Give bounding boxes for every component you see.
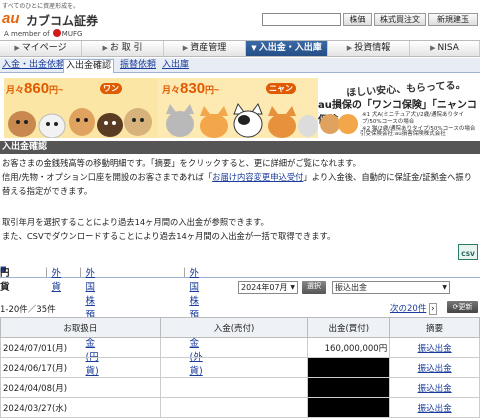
row-date: 2024/03/27(水) (0, 397, 161, 418)
nav-nisa[interactable]: ▶ NISA (410, 41, 480, 56)
chevron-right-icon: ▶ (102, 44, 108, 52)
tab-fx-deposit-yen[interactable]: ｜外国株預り金(円貨) (76, 265, 99, 377)
banner-text-panel: ほしい安心、もらってる。 au損保の「ワンコ保険」「ニャンコ保険」 ※1 犬A(… (318, 78, 478, 138)
main-nav: ▶ マイページ ▶ お 取 引 ▶ 資産管理 ▼ 入出金・入出庫 ▶ 投資情報 ▶ NISA (0, 40, 480, 57)
row-withdraw: 160,000,000円 (307, 337, 391, 358)
description-line-3: 替える指定ができます。 (2, 186, 93, 196)
row-withdraw (307, 397, 391, 418)
col-memo: 摘要 (389, 317, 480, 338)
row-date: 2024/07/01(月) (0, 337, 161, 358)
pet-insurance-banner[interactable]: 月々860円~ ワン 月々830円~ ニャン ほしい安心、もらってる。 au損保… (4, 78, 478, 138)
row-date: 2024/04/08(月) (0, 377, 161, 398)
select-button[interactable]: 選択 (302, 281, 326, 294)
row-memo-cell: 振込出金 (389, 357, 480, 378)
tab-fx-deposit-fx[interactable]: ｜外国株預り金(外貨) (180, 265, 203, 377)
mufg-label: MUFG (61, 30, 83, 38)
table-row: 2024/04/08(月) 振込出金 (0, 377, 480, 398)
next-page-link[interactable]: 次の20件 › (390, 302, 437, 315)
mufg-logo-icon (52, 29, 61, 37)
chevron-down-icon: ▼ (251, 44, 257, 52)
row-memo-link[interactable]: 振込出金 (418, 404, 452, 414)
chevron-down-icon: ▼ (442, 284, 447, 291)
row-memo-link[interactable]: 振込出金 (418, 364, 452, 374)
member-of-label: A member of (4, 30, 50, 38)
transactions-table: お取扱日 入金(売付) 出金(買付) 摘要 2024/07/01(月) 160,0… (0, 317, 480, 418)
banner-credit: 引受保険会社:au損害保険株式会社 (360, 131, 446, 137)
badge-dog: ワン (100, 83, 122, 94)
change-registration-link[interactable]: お届け内容変更申込受付 (212, 172, 303, 182)
chevron-right-icon: ▶ (182, 44, 189, 52)
row-memo-cell: 振込出金 (389, 397, 480, 418)
row-deposit (159, 337, 309, 358)
description-line-1: お客さまの金銭残高等の移動明細です。「摘要」をクリックすると、更に詳細がご覧にな… (2, 158, 361, 168)
table-row: 2024/07/01(月) 160,000,000円 振込出金 (0, 337, 480, 358)
csv-download-button[interactable]: CSV (458, 244, 478, 260)
chevron-right-icon: ▶ (430, 44, 436, 52)
row-withdraw (307, 357, 391, 378)
row-deposit (159, 377, 309, 398)
chevron-right-icon: ▶ (346, 44, 353, 52)
company-logo-text[interactable]: カブコム証券 (26, 12, 98, 29)
arrow-right-icon: › (429, 303, 437, 315)
col-date: お取扱日 (0, 317, 161, 338)
row-withdraw (307, 377, 391, 398)
subnav-deposit-confirm[interactable]: 入出金確認 (63, 59, 115, 73)
nav-mypage[interactable]: ▶ マイページ (0, 41, 82, 56)
stock-price-button[interactable]: 株価 (343, 13, 372, 26)
result-count: 1-20件／35件 (0, 305, 56, 315)
table-row: 2024/03/27(水) 振込出金 (0, 397, 480, 418)
au-logo[interactable]: au (2, 10, 20, 27)
chevron-right-icon: ▶ (14, 44, 20, 52)
subnav-deposit-request[interactable]: 入金・出金依頼 (2, 59, 65, 72)
badge-cat: ニャン (266, 83, 296, 94)
price-dog: 860 (24, 80, 50, 97)
row-date: 2024/06/17(月) (0, 357, 161, 378)
price-cat: 830 (180, 80, 206, 97)
category-select[interactable]: 振込出金 ▼ (332, 281, 450, 294)
new-position-button[interactable]: 新規建玉 (428, 13, 478, 26)
col-deposit: 入金(売付) (159, 317, 309, 338)
refresh-button[interactable]: ⟳更新 (447, 301, 478, 313)
tagline: すべてのひとに資産形成を。 (2, 3, 80, 10)
section-title: 入出金確認 (0, 141, 480, 154)
table-header: お取扱日 入金(売付) 出金(買付) 摘要 (0, 317, 480, 338)
row-deposit (159, 357, 309, 378)
chevron-down-icon: ▼ (290, 284, 295, 291)
banner-dog-panel: 月々860円~ ワン (4, 78, 158, 138)
stock-search-input[interactable] (262, 13, 341, 26)
site-header: すべてのひとに資産形成を。 au カブコム証券 A member of MUFG… (0, 0, 480, 40)
banner-cat-panel: 月々830円~ ニャン (158, 78, 318, 138)
mufg-member-mark: A member of MUFG (4, 29, 82, 38)
row-memo-link[interactable]: 振込出金 (418, 344, 452, 354)
row-memo-link[interactable]: 振込出金 (418, 384, 452, 394)
dogs-illustration-icon (8, 108, 152, 138)
description-line-4: 取引年月を選択することにより過去14ヶ月間の入出金が参照できます。 (2, 217, 269, 227)
description-line-5: また、CSVでダウンロードすることにより過去14ヶ月間の入出金が一括で取得できま… (2, 231, 336, 241)
month-select[interactable]: 2024年07月 ▼ (238, 281, 298, 294)
dog-cat-illustration-icon (320, 114, 358, 134)
table-row: 2024/06/17(月) 振込出金 (0, 357, 480, 378)
description-line-2: 信用/先物・オプション口座を開設のお客さまであれば「お届け内容変更申込受付」より… (2, 172, 472, 182)
currency-tabs: ■円貨 ｜外貨 ｜外国株預り金(円貨) ｜外国株預り金(外貨) (0, 265, 480, 377)
subnav-securities-transfer[interactable]: 入出庫 (162, 59, 189, 72)
subnav-transfer-request[interactable]: 振替依頼 (120, 59, 156, 72)
cats-illustration-icon (166, 102, 318, 138)
tab-foreign[interactable]: ｜外貨 (42, 265, 61, 293)
row-memo-cell: 振込出金 (389, 337, 480, 358)
row-deposit (159, 397, 309, 418)
csv-icon: CSV (461, 251, 475, 258)
buy-order-button[interactable]: 株式買注文 (374, 13, 426, 26)
nav-trade[interactable]: ▶ お 取 引 (82, 41, 164, 56)
nav-assets[interactable]: ▶ 資産管理 (164, 41, 246, 56)
nav-investment-info[interactable]: ▶ 投資情報 (328, 41, 410, 56)
sub-nav: 入金・出金依頼 入出金確認 振替依頼 入出庫 (0, 58, 480, 73)
row-memo-cell: 振込出金 (389, 377, 480, 398)
nav-deposit-withdraw[interactable]: ▼ 入出金・入出庫 (246, 41, 328, 56)
col-withdraw: 出金(買付) (307, 317, 391, 338)
